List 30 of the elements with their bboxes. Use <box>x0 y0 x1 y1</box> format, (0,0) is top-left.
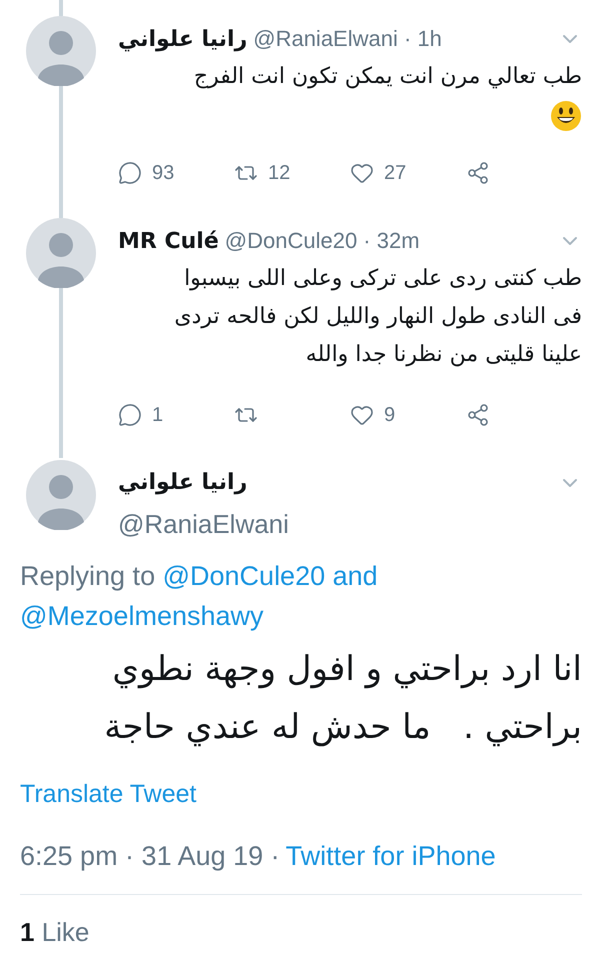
replying-to-text: Replying to @DonCule20 and @Mezoelmenshawy <box>20 560 379 633</box>
handle-and-time: @RaniaElwani · 1h <box>253 25 442 53</box>
like-button[interactable]: 27 <box>350 158 466 188</box>
likes-count[interactable]: 1 Like <box>20 913 90 952</box>
tweet-text: طب كنتى ردى على تركى وعلى اللى بيسبوا فى النادى طول النهار والليل لكن فالحه تردى علينا قليتى من نظرنا جدا والله <box>173 265 582 369</box>
reply-icon <box>118 161 142 185</box>
heart-icon <box>350 161 374 185</box>
author-handle: @RaniaElwani <box>118 508 290 541</box>
reply-button[interactable]: 93 <box>118 158 234 188</box>
handle-and-time: @DonCule20 · 32m <box>224 227 420 255</box>
author-name: MR Culé <box>118 228 219 256</box>
source-link[interactable]: Twitter for iPhone <box>286 836 496 876</box>
retweet-button[interactable]: 12 <box>234 158 350 188</box>
like-button[interactable]: 9 <box>350 400 466 430</box>
tweet-text: طب تعالي مرن انت يمكن تكون انت الفرج <box>192 63 582 91</box>
avatar[interactable] <box>26 218 96 288</box>
share-icon <box>466 161 490 185</box>
tweet-timestamp: 6:25 pm · 31 Aug 19 · <box>20 840 280 873</box>
tweet-text: انا ارد براحتي و افول وجهة نطوي براحتي . ما حدش له عندي حاجة <box>103 648 582 749</box>
avatar[interactable] <box>26 460 96 530</box>
reply-icon <box>118 403 142 427</box>
author-name: رانيا علواني <box>118 26 248 54</box>
translate-tweet-link[interactable]: Translate Tweet <box>20 776 196 814</box>
heart-icon <box>350 403 374 427</box>
mention-link[interactable]: @Mezoelmenshawy <box>20 601 264 631</box>
share-icon <box>466 403 490 427</box>
mention-link[interactable]: @DonCule20 <box>162 561 326 591</box>
reply-button[interactable]: 1 <box>118 400 234 430</box>
avatar[interactable] <box>26 16 96 86</box>
author-name: رانيا علواني <box>118 469 248 497</box>
